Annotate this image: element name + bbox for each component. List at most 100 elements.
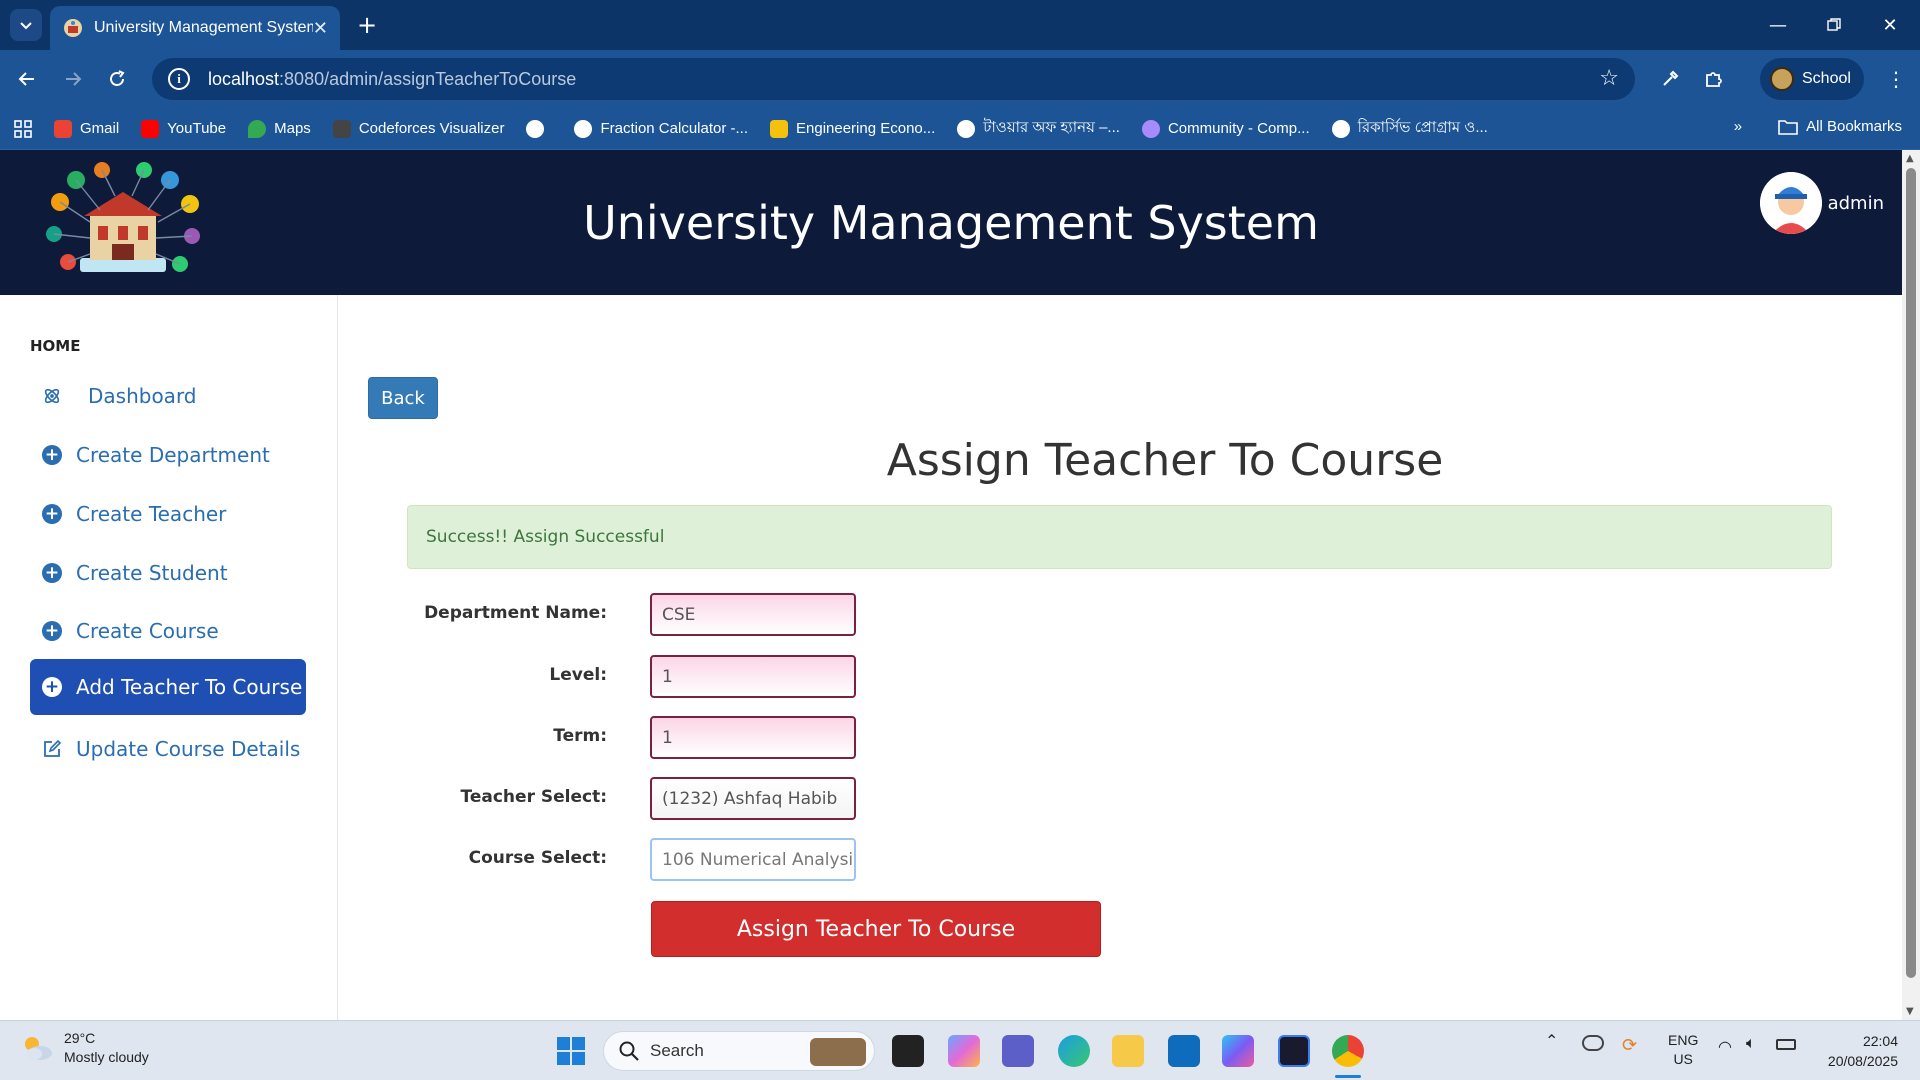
new-tab-button[interactable]: + xyxy=(352,10,382,40)
battery-icon[interactable] xyxy=(1776,1039,1796,1050)
search-placeholder: Search xyxy=(650,1041,704,1060)
page-title: Assign Teacher To Course xyxy=(886,435,1444,486)
page-scrollbar[interactable]: ▲ ▼ xyxy=(1902,150,1920,1020)
bookmark-fraction-calculator[interactable]: Fraction Calculator -... xyxy=(574,119,748,138)
back-button[interactable]: Back xyxy=(368,377,438,419)
teacher-select[interactable]: (1232) Ashfaq Habib xyxy=(650,777,856,820)
eyedropper-extension-icon[interactable] xyxy=(1654,63,1686,95)
sidebar-item-create-teacher[interactable]: + Create Teacher xyxy=(30,488,306,540)
tab-title: University Management System xyxy=(94,19,313,36)
wifi-icon[interactable]: ◠ xyxy=(1718,1037,1732,1057)
taskbar-search[interactable]: Search xyxy=(603,1031,875,1071)
browser-tab-active[interactable]: University Management System ✕ xyxy=(50,6,340,50)
system-clock[interactable]: 22:04 20/08/2025 xyxy=(1828,1031,1898,1071)
sync-icon[interactable]: ⟳ xyxy=(1622,1035,1637,1056)
bookmark-community[interactable]: Community - Comp... xyxy=(1141,119,1310,138)
forward-nav-button[interactable] xyxy=(56,62,90,96)
chrome-active-indicator xyxy=(1335,1075,1361,1078)
browser-menu-icon[interactable]: ⋮ xyxy=(1880,63,1912,95)
sidebar: HOME Dashboard + Create Department + Cre… xyxy=(0,295,338,1020)
outlook-icon[interactable] xyxy=(1168,1035,1200,1067)
level-row: Level: 1 xyxy=(407,655,1207,699)
task-view-icon[interactable] xyxy=(892,1035,924,1067)
language-indicator[interactable]: ENG US xyxy=(1668,1031,1698,1069)
bookmark-maps[interactable]: Maps xyxy=(248,119,311,138)
assign-teacher-submit-button[interactable]: Assign Teacher To Course xyxy=(651,901,1101,957)
back-nav-button[interactable] xyxy=(10,62,44,96)
reload-button[interactable] xyxy=(100,62,134,96)
teacher-select-label: Teacher Select: xyxy=(460,787,607,807)
minimize-button[interactable]: — xyxy=(1750,8,1806,42)
level-field[interactable]: 1 xyxy=(650,655,856,698)
site-info-icon[interactable]: i xyxy=(168,68,190,90)
restore-icon xyxy=(1827,18,1841,31)
bookmark-tower-of-hanoi[interactable]: টাওয়ার অফ হ্যানয় –... xyxy=(957,116,1120,141)
term-field[interactable]: 1 xyxy=(650,716,856,759)
bookmark-star-icon[interactable]: ☆ xyxy=(1599,66,1619,91)
sidebar-item-dashboard[interactable]: Dashboard xyxy=(30,370,306,422)
web-page: University Management System admin HOME … xyxy=(0,150,1902,1020)
sidebar-item-update-course-details[interactable]: Update Course Details xyxy=(30,723,306,775)
sidebar-item-add-teacher-to-course[interactable]: + Add Teacher To Course xyxy=(30,659,306,715)
weather-temperature: 29°C xyxy=(64,1030,96,1046)
windows-start-icon[interactable] xyxy=(555,1035,587,1067)
scrollbar-thumb[interactable] xyxy=(1906,168,1916,978)
scroll-up-arrow-icon[interactable]: ▲ xyxy=(1906,153,1914,164)
tab-search-button[interactable] xyxy=(10,9,42,41)
tab-close-icon[interactable]: ✕ xyxy=(313,18,328,39)
url-text: localhost:8080/admin/assignTeacherToCour… xyxy=(208,68,577,89)
bookmark-globe[interactable] xyxy=(526,119,552,138)
arrow-left-icon xyxy=(18,72,34,86)
profile-avatar xyxy=(1770,67,1794,91)
chrome-icon[interactable] xyxy=(1332,1035,1364,1067)
sidebar-item-create-department[interactable]: + Create Department xyxy=(30,429,306,481)
edge-icon[interactable] xyxy=(1058,1035,1090,1067)
sidebar-item-label: Dashboard xyxy=(88,384,197,408)
course-select-row: Course Select: 106 Numerical Analysis xyxy=(407,838,1207,882)
bookmark-codeforces-visualizer[interactable]: Codeforces Visualizer xyxy=(332,119,504,138)
sidebar-item-label: Create Student xyxy=(76,561,228,585)
cloudy-sun-icon xyxy=(25,1037,52,1060)
admin-user-menu[interactable]: admin xyxy=(1759,172,1884,234)
onedrive-icon[interactable] xyxy=(1582,1035,1604,1051)
chevron-down-icon xyxy=(20,22,32,30)
main-content: Back Assign Teacher To Course Success!! … xyxy=(338,295,1902,1020)
all-bookmarks[interactable]: » All Bookmarks xyxy=(1734,118,1902,135)
bookmark-gmail[interactable]: Gmail xyxy=(54,119,119,138)
teams-icon[interactable] xyxy=(1002,1035,1034,1067)
intellij-icon[interactable] xyxy=(1278,1035,1310,1067)
course-select[interactable]: 106 Numerical Analysis xyxy=(650,838,856,881)
profile-label: School xyxy=(1802,70,1851,87)
apps-grid-icon[interactable] xyxy=(14,119,32,138)
arrow-right-icon xyxy=(66,72,82,86)
scroll-down-arrow-icon[interactable]: ▼ xyxy=(1906,1006,1914,1017)
tray-chevron-up-icon[interactable]: ⌃ xyxy=(1545,1031,1558,1051)
bookmarks-bar: Gmail YouTube Maps Codeforces Visualizer… xyxy=(0,108,1920,150)
volume-icon[interactable]: 🔈︎ xyxy=(1746,1035,1756,1053)
sidebar-item-create-student[interactable]: + Create Student xyxy=(30,547,306,599)
department-field[interactable]: CSE xyxy=(650,593,856,636)
globe-icon xyxy=(574,119,593,138)
app-title: University Management System xyxy=(583,195,1319,250)
atom-icon xyxy=(42,386,62,406)
extensions-puzzle-icon[interactable] xyxy=(1698,63,1730,95)
weather-widget[interactable]: 29°C Mostly cloudy xyxy=(20,1029,149,1067)
m365-icon[interactable] xyxy=(1222,1035,1254,1067)
windows-taskbar: 29°C Mostly cloudy Search ⌃ ⟳ ENG US ◠ 🔈… xyxy=(0,1020,1920,1080)
profile-button[interactable]: School xyxy=(1760,58,1864,100)
address-bar[interactable]: i localhost:8080/admin/assignTeacherToCo… xyxy=(152,58,1635,100)
file-explorer-icon[interactable] xyxy=(1112,1035,1144,1067)
close-window-button[interactable]: ✕ xyxy=(1862,8,1918,42)
bookmark-engineering-economy[interactable]: Engineering Econo... xyxy=(770,119,935,138)
plus-circle-icon: + xyxy=(42,621,62,641)
term-label: Term: xyxy=(553,726,607,746)
restore-button[interactable] xyxy=(1806,8,1862,42)
edit-icon xyxy=(42,739,62,759)
sidebar-item-create-course[interactable]: + Create Course xyxy=(30,605,306,657)
plus-circle-icon: + xyxy=(42,677,62,697)
copilot-icon[interactable] xyxy=(948,1035,980,1067)
bookmark-youtube[interactable]: YouTube xyxy=(141,119,226,138)
more-bookmarks-icon[interactable]: » xyxy=(1734,118,1742,135)
weather-condition: Mostly cloudy xyxy=(64,1049,149,1065)
bookmark-recursive-program[interactable]: রিকার্সিভ প্রোগ্রাম ও... xyxy=(1331,116,1488,141)
